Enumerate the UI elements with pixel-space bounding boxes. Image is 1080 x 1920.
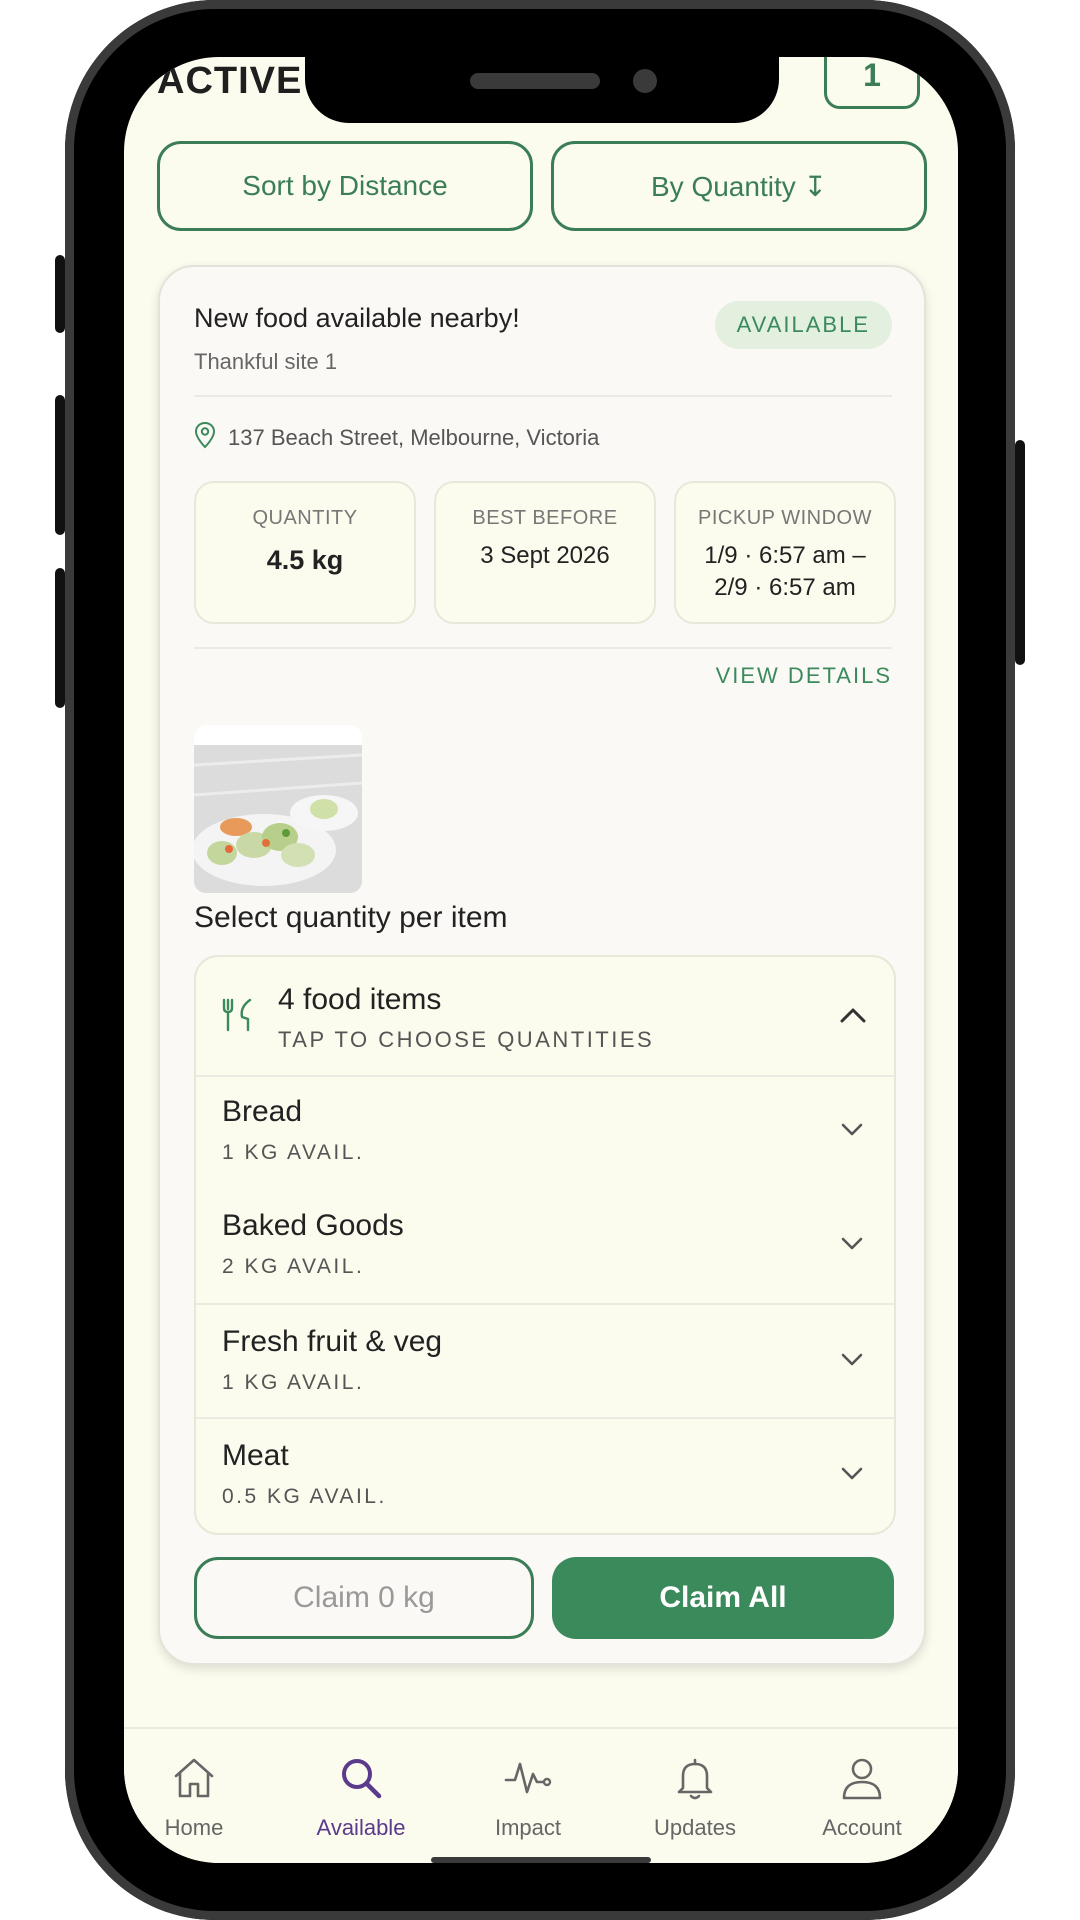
chevron-down-icon[interactable]	[840, 1121, 864, 1142]
speaker-grille	[470, 73, 600, 89]
food-photo[interactable]	[194, 725, 362, 893]
pickup-window-line1: 1/9 · 6:57 am –	[704, 542, 866, 569]
nav-label-available: Available	[316, 1815, 406, 1840]
food-items-count: 4 food items	[278, 983, 442, 1016]
item-name: Bread	[222, 1095, 303, 1128]
bell-icon	[625, 1749, 765, 1807]
food-items-header[interactable]: 4 food items TAP TO CHOOSE QUANTITIES	[196, 957, 894, 1077]
quantity-value: 4.5 kg	[266, 545, 344, 575]
item-name: Baked Goods	[222, 1209, 404, 1242]
bottom-navigation: Home Available Impact Updates Account	[124, 1727, 958, 1863]
chevron-up-icon[interactable]	[840, 1007, 866, 1028]
status-badge: AVAILABLE	[714, 301, 892, 349]
nav-item-impact[interactable]: Impact	[458, 1749, 598, 1841]
view-details-link[interactable]: VIEW DETAILS	[716, 663, 892, 689]
address-text: 137 Beach Street, Melbourne, Victoria	[228, 425, 600, 450]
stats-row: QUANTITY 4.5 kg BEST BEFORE 3 Sept 2026 …	[194, 481, 896, 626]
claim-button[interactable]: Claim 0 kg	[194, 1557, 534, 1639]
item-availability: 2 KG AVAIL.	[222, 1255, 365, 1278]
food-item-row[interactable]: Meat 0.5 KG AVAIL.	[196, 1417, 894, 1533]
search-icon	[291, 1749, 431, 1807]
home-icon	[124, 1749, 264, 1807]
volume-down-button	[55, 568, 65, 708]
nav-item-available[interactable]: Available	[291, 1749, 431, 1841]
nav-item-home[interactable]: Home	[124, 1749, 264, 1841]
food-items-panel: 4 food items TAP TO CHOOSE QUANTITIES Br…	[194, 955, 896, 1535]
pickup-window-label: PICKUP WINDOW	[698, 507, 872, 529]
food-items-hint: TAP TO CHOOSE QUANTITIES	[278, 1027, 655, 1052]
pickup-window-stat: PICKUP WINDOW 1/9 · 6:57 am – 2/9 · 6:57…	[674, 481, 896, 624]
volume-up-button	[55, 395, 65, 535]
sort-controls: Sort by Distance By Quantity ↧	[157, 141, 927, 231]
listing-site: Thankful site 1	[194, 349, 338, 374]
app-screen: ACTIVE 1 Sort by Distance By Quantity ↧ …	[124, 57, 958, 1863]
item-name: Meat	[222, 1439, 289, 1472]
item-availability: 1 KG AVAIL.	[222, 1371, 365, 1394]
chevron-down-icon[interactable]	[840, 1235, 864, 1256]
nav-label-impact: Impact	[494, 1815, 562, 1840]
pulse-icon	[458, 1749, 598, 1807]
power-button	[1015, 440, 1025, 665]
nav-label-updates: Updates	[654, 1815, 736, 1840]
nav-item-updates[interactable]: Updates	[625, 1749, 765, 1841]
mute-switch	[55, 255, 65, 333]
chevron-down-icon[interactable]	[840, 1351, 864, 1372]
food-listing-card: New food available nearby! Thankful site…	[158, 265, 926, 1665]
sort-by-quantity-button[interactable]: By Quantity ↧	[551, 141, 927, 231]
pickup-window-line2: 2/9 · 6:57 am	[714, 574, 856, 601]
quantity-stat: QUANTITY 4.5 kg	[194, 481, 416, 624]
sort-by-distance-button[interactable]: Sort by Distance	[157, 141, 533, 231]
notch	[305, 57, 779, 123]
best-before-label: BEST BEFORE	[472, 507, 618, 529]
divider	[194, 395, 892, 397]
best-before-value: 3 Sept 2026	[480, 542, 610, 569]
brand-title: ACTIVE	[157, 60, 303, 102]
chevron-down-icon[interactable]	[840, 1465, 864, 1486]
quantity-label: QUANTITY	[252, 507, 358, 529]
front-camera	[633, 69, 657, 93]
location-pin-icon	[194, 421, 216, 455]
select-quantity-title: Select quantity per item	[194, 901, 508, 934]
nav-label-account: Account	[822, 1815, 902, 1840]
home-indicator[interactable]	[431, 1857, 651, 1863]
item-availability: 0.5 KG AVAIL.	[222, 1485, 387, 1508]
count-badge[interactable]: 1	[824, 57, 920, 109]
nav-label-home: Home	[164, 1815, 224, 1840]
address-row: 137 Beach Street, Melbourne, Victoria	[194, 421, 599, 455]
nav-item-account[interactable]: Account	[792, 1749, 932, 1841]
food-item-row[interactable]: Fresh fruit & veg 1 KG AVAIL.	[196, 1303, 894, 1419]
food-item-row[interactable]: Baked Goods 2 KG AVAIL.	[196, 1189, 894, 1303]
item-name: Fresh fruit & veg	[222, 1325, 443, 1358]
listing-title: New food available nearby!	[194, 303, 520, 333]
divider	[194, 647, 892, 649]
best-before-stat: BEST BEFORE 3 Sept 2026	[434, 481, 656, 624]
claim-all-button[interactable]: Claim All	[552, 1557, 894, 1639]
user-icon	[792, 1749, 932, 1807]
food-item-row[interactable]: Bread 1 KG AVAIL.	[196, 1075, 894, 1189]
utensils-icon	[220, 997, 254, 1038]
item-availability: 1 KG AVAIL.	[222, 1141, 365, 1164]
